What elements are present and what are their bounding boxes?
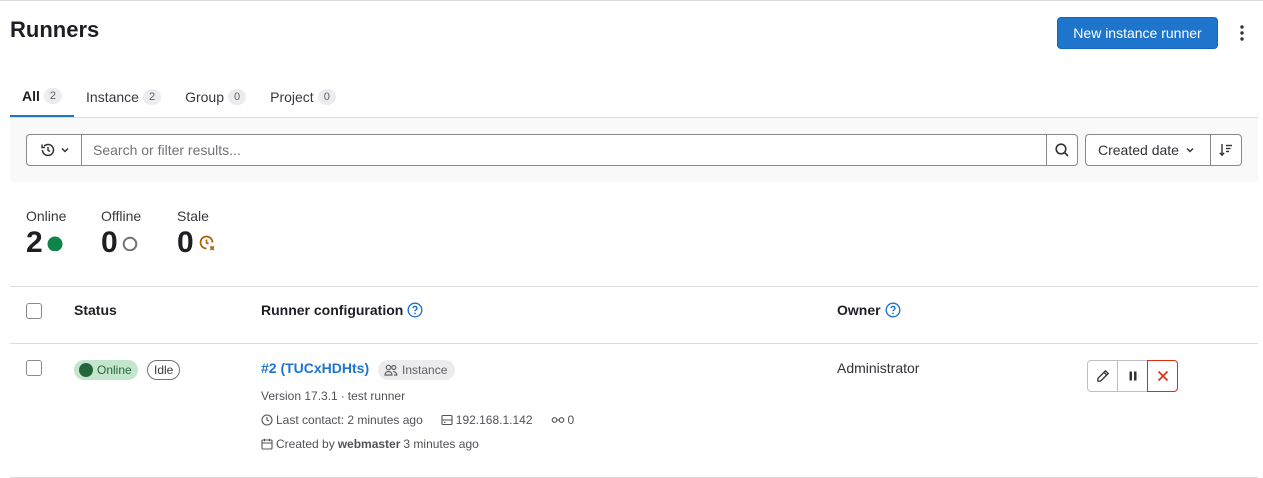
created-prefix: Created by: [276, 437, 335, 451]
status-offline-icon: [122, 236, 137, 251]
edit-runner-button[interactable]: [1087, 360, 1118, 392]
stat-label: Offline: [101, 208, 142, 224]
help-icon[interactable]: [885, 302, 901, 318]
search-icon: [1055, 143, 1069, 157]
tab-count: 0: [228, 89, 247, 105]
runner-configuration-header: Runner configuration: [261, 302, 423, 318]
tab-label: All: [22, 88, 40, 104]
delete-runner-button[interactable]: [1147, 360, 1178, 392]
row-select-checkbox[interactable]: [26, 360, 42, 376]
table-top-border: [10, 286, 1258, 287]
tab-all[interactable]: All 2: [10, 77, 75, 117]
last-contact: Last contact: 2 minutes ago: [276, 413, 423, 427]
help-icon[interactable]: [407, 302, 423, 318]
history-icon: [40, 143, 54, 157]
ip-address-icon: [441, 414, 453, 426]
stat-value: 2: [26, 226, 43, 259]
runner-type-tabs: All 2 Instance 2 Group 0 Project 0: [10, 77, 348, 117]
header-label: Owner: [837, 302, 881, 318]
stale-stat: Stale 0: [177, 208, 216, 260]
pause-icon: [1129, 371, 1136, 381]
sort-dropdown[interactable]: Created date: [1085, 134, 1211, 166]
runner-description: test runner: [347, 389, 406, 403]
top-divider: [0, 0, 1263, 1]
status-badge-online: Online: [74, 360, 138, 380]
runner-created-line: Created by webmaster 3 minutes ago: [261, 437, 479, 451]
status-stale-icon: [199, 235, 215, 251]
job-count: 0: [567, 413, 575, 427]
stat-value: 0: [177, 226, 194, 259]
ip-address: 192.168.1.142: [455, 413, 533, 427]
sort-direction-button[interactable]: [1210, 134, 1242, 166]
page-title: Runners: [10, 17, 100, 42]
recent-searches-button[interactable]: [26, 134, 82, 166]
chevron-down-icon: [1186, 147, 1194, 153]
created-by-user[interactable]: webmaster: [338, 437, 401, 451]
stat-label: Online: [26, 208, 67, 224]
search-button[interactable]: [1046, 134, 1078, 166]
search-input[interactable]: [81, 134, 1047, 166]
tab-project[interactable]: Project 0: [258, 77, 348, 117]
status-online-icon: [79, 363, 93, 377]
owner-header: Owner: [837, 302, 901, 318]
runner-version: Version 17.3.1: [261, 389, 338, 403]
status-badge-idle: Idle: [147, 360, 181, 380]
tab-count: 2: [43, 88, 63, 104]
runner-owner: Administrator: [837, 360, 920, 376]
sort-label: Created date: [1098, 142, 1179, 158]
close-icon: [1157, 370, 1168, 382]
offline-stat: Offline 0: [101, 208, 141, 260]
tab-label: Instance: [86, 89, 139, 105]
chevron-down-icon: [60, 147, 69, 153]
tab-instance[interactable]: Instance 2: [74, 77, 173, 117]
header-label: Status: [74, 302, 117, 318]
runner-type-label: Instance: [402, 363, 448, 377]
tab-label: Project: [270, 89, 314, 105]
stat-value: 0: [101, 226, 118, 259]
stat-label: Stale: [177, 208, 209, 224]
select-all-checkbox[interactable]: [26, 303, 42, 319]
pause-runner-button[interactable]: [1117, 360, 1148, 392]
online-stat: Online 2: [26, 208, 66, 260]
tab-count: 0: [317, 89, 336, 105]
tab-label: Group: [185, 89, 224, 105]
tab-count: 2: [142, 89, 162, 105]
new-instance-runner-button[interactable]: New instance runner: [1057, 17, 1218, 49]
pencil-icon: [1096, 369, 1109, 382]
clock-icon: [261, 414, 273, 426]
users-icon: [384, 364, 398, 376]
more-actions-icon[interactable]: [1230, 21, 1254, 45]
runner-type-badge: Instance: [378, 360, 456, 380]
sort-lowest-icon: [1219, 144, 1232, 157]
runner-meta-line: Last contact: 2 minutes ago 192.168.1.14…: [261, 413, 574, 427]
status-header: Status: [74, 302, 117, 318]
pipeline-icon: [551, 417, 564, 423]
calendar-icon: [261, 438, 273, 450]
runner-version-line: Version 17.3.1 · test runner: [261, 389, 405, 403]
filter-bar: Created date: [10, 118, 1258, 182]
header-label: Runner configuration: [261, 302, 404, 318]
row-actions: [1087, 360, 1178, 392]
created-time: 3 minutes ago: [403, 437, 479, 451]
status-text: Online: [97, 363, 132, 377]
runner-name-link[interactable]: #2 (TUCxHDHts): [261, 360, 369, 376]
status-online-icon: [47, 236, 63, 251]
table-header-border: [10, 343, 1258, 344]
tab-group[interactable]: Group 0: [173, 77, 258, 117]
separator: ·: [340, 389, 345, 403]
